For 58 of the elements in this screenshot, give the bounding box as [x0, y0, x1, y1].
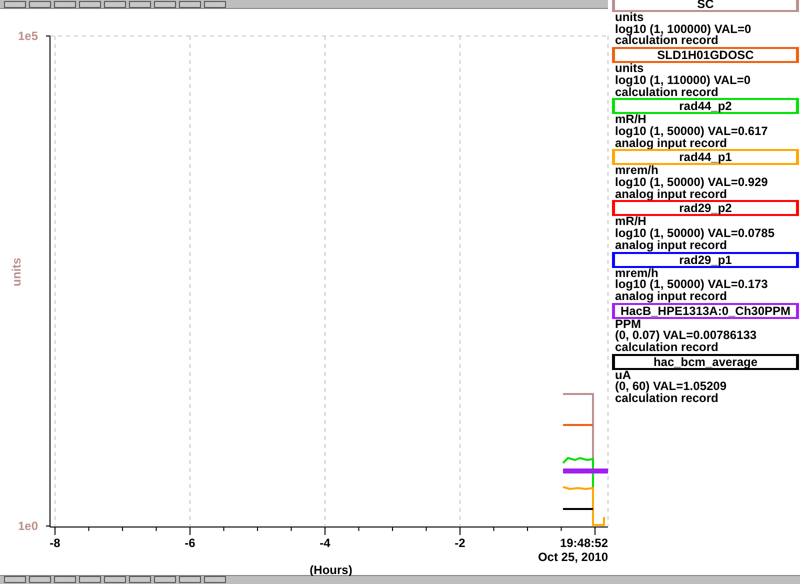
- units-text: mrem/h: [614, 268, 658, 280]
- range-text: log10 (1, 50000) VAL=0.617: [614, 126, 769, 138]
- toolbar-button[interactable]: [29, 576, 51, 583]
- date-label: Oct 25, 2010: [538, 550, 608, 564]
- record-type-text: calculation record: [614, 342, 720, 354]
- record-type-text: analog input record: [614, 138, 728, 150]
- toolbar-button[interactable]: [104, 1, 126, 8]
- range-text: log10 (1, 50000) VAL=0.0785: [614, 228, 776, 240]
- units-text: PPM: [614, 318, 642, 330]
- range-text: (0, 60) VAL=1.05209: [614, 381, 728, 394]
- x-tick-label: -2: [454, 536, 466, 550]
- y-axis-label: units: [9, 258, 24, 286]
- toolbar-button[interactable]: [204, 1, 226, 8]
- toolbar-button[interactable]: [4, 576, 26, 583]
- range-text: log10 (1, 110000) VAL=0: [614, 74, 752, 87]
- units-text: uA: [614, 370, 632, 382]
- record-type-text: calculation record: [614, 393, 720, 405]
- y-tick-label: 1e0: [18, 519, 38, 533]
- x-tick-label: -4: [320, 536, 330, 550]
- toolbar-button[interactable]: [154, 1, 176, 8]
- toolbar-button[interactable]: [79, 576, 101, 583]
- units-text: units: [614, 63, 644, 75]
- toolbar-button[interactable]: [29, 1, 51, 8]
- trace-name-box[interactable]: HacB_HPE1313A:0_Ch30PPM: [612, 302, 799, 319]
- trace-name-box[interactable]: rad44_p2: [612, 98, 799, 114]
- range-text: log10 (1, 100000) VAL=0: [614, 24, 752, 36]
- x-tick-label: -6: [184, 536, 196, 550]
- record-type-text: calculation record: [614, 86, 720, 98]
- trace-name-box[interactable]: rad44_p1: [612, 149, 799, 166]
- toolbar-button[interactable]: [104, 576, 126, 583]
- toolbar-button[interactable]: [129, 576, 151, 583]
- trace-name-box[interactable]: SLD1H01GDOSC: [612, 47, 799, 64]
- trace-name-box[interactable]: rad29_p1: [612, 252, 799, 268]
- time-label: 19:48:52: [560, 536, 608, 550]
- units-text: mR/H: [614, 114, 648, 126]
- units-text: mrem/h: [614, 165, 658, 178]
- toolbar-button[interactable]: [129, 1, 151, 8]
- toolbar-button[interactable]: [79, 1, 101, 8]
- trace-name-box[interactable]: rad29_p2: [612, 200, 799, 216]
- record-type-text: calculation record: [614, 35, 718, 48]
- record-type-text: analog input record: [614, 188, 728, 200]
- toolbar-button[interactable]: [179, 1, 201, 8]
- y-tick-label: 1e5: [18, 29, 38, 43]
- units-text: mR/H: [614, 216, 648, 228]
- range-text: log10 (1, 50000) VAL=0.929: [614, 177, 769, 189]
- toolbar-button[interactable]: [54, 1, 76, 8]
- toolbar-button[interactable]: [54, 576, 76, 583]
- record-type-text: analog input record: [614, 240, 728, 252]
- toolbar-button[interactable]: [179, 576, 201, 583]
- units-text: units: [614, 12, 645, 24]
- range-text: log10 (1, 50000) VAL=0.173: [614, 279, 769, 291]
- toolbar-button[interactable]: [4, 1, 26, 8]
- range-text: (0, 0.07) VAL=0.00786133: [614, 330, 758, 342]
- record-type-text: analog input record: [614, 290, 728, 303]
- toolbar-button[interactable]: [154, 576, 176, 583]
- x-tick-label: -8: [50, 536, 60, 550]
- trace-name-box[interactable]: hac_bcm_average: [612, 354, 799, 370]
- toolbar-button[interactable]: [204, 576, 226, 583]
